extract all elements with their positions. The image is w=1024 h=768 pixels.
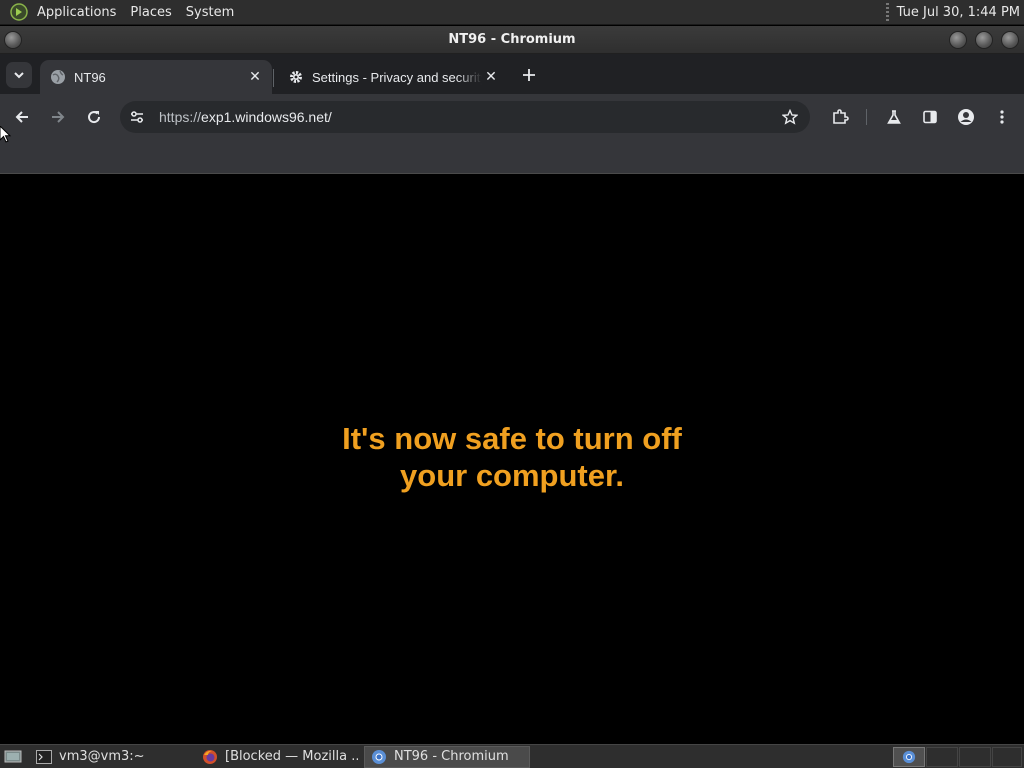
toolbar-separator bbox=[866, 109, 867, 125]
places-menu[interactable]: Places bbox=[123, 0, 178, 25]
applications-menu[interactable]: Applications bbox=[30, 0, 123, 25]
tab-label: NT96 bbox=[74, 69, 106, 85]
address-bar[interactable]: https://exp1.windows96.net/ bbox=[120, 101, 810, 133]
window-titlebar[interactable]: NT96 - Chromium bbox=[0, 26, 1024, 54]
tab-search-button[interactable] bbox=[6, 62, 32, 88]
minimize-button[interactable] bbox=[949, 31, 967, 49]
side-panel-button[interactable] bbox=[916, 103, 944, 131]
browser-toolbar: https://exp1.windows96.net/ bbox=[0, 94, 1024, 140]
chevron-down-icon bbox=[14, 72, 24, 79]
taskbar-item-firefox[interactable]: [Blocked — Mozilla ... bbox=[196, 746, 358, 768]
firefox-icon bbox=[202, 749, 218, 765]
shutdown-message-line2: your computer. bbox=[400, 457, 624, 493]
maximize-button[interactable] bbox=[975, 31, 993, 49]
workspace-4[interactable] bbox=[992, 747, 1022, 767]
star-icon bbox=[782, 109, 798, 125]
back-button[interactable] bbox=[8, 103, 36, 131]
chromium-icon bbox=[902, 750, 916, 764]
url-text[interactable]: https://exp1.windows96.net/ bbox=[159, 109, 776, 125]
arrow-right-icon bbox=[52, 111, 65, 123]
close-tab-icon[interactable]: ✕ bbox=[482, 68, 500, 86]
shutdown-message: It's now safe to turn off your computer. bbox=[342, 420, 682, 494]
terminal-icon bbox=[36, 749, 52, 765]
window-title: NT96 - Chromium bbox=[448, 32, 576, 47]
puzzle-icon bbox=[833, 109, 849, 124]
labs-button[interactable] bbox=[880, 103, 908, 131]
reload-icon bbox=[88, 111, 101, 124]
taskbar-item-terminal[interactable]: vm3@vm3:~ bbox=[30, 746, 190, 768]
mouse-cursor-icon bbox=[0, 126, 12, 143]
url-scheme: https:// bbox=[159, 109, 202, 125]
show-desktop-button[interactable] bbox=[2, 747, 24, 767]
chromium-icon bbox=[371, 749, 387, 765]
workspace-2[interactable] bbox=[926, 747, 958, 767]
workspace-3[interactable] bbox=[959, 747, 991, 767]
workspace-1[interactable] bbox=[893, 747, 925, 767]
tune-icon bbox=[131, 111, 143, 123]
window-menu-button[interactable] bbox=[4, 31, 22, 49]
taskbar-item-label: [Blocked — Mozilla ... bbox=[225, 749, 358, 764]
url-host: exp1.windows96.net/ bbox=[201, 109, 332, 125]
panel-grip-handle[interactable] bbox=[885, 3, 889, 21]
extensions-button[interactable] bbox=[826, 103, 854, 131]
site-info-button[interactable] bbox=[123, 103, 151, 131]
new-tab-button[interactable] bbox=[518, 64, 540, 86]
kebab-menu-icon bbox=[1000, 110, 1004, 124]
side-panel-icon bbox=[923, 110, 937, 124]
reload-button[interactable] bbox=[80, 103, 108, 131]
shutdown-message-line1: It's now safe to turn off bbox=[342, 420, 682, 456]
tab-divider bbox=[273, 69, 274, 87]
bottom-panel: vm3@vm3:~ [Blocked — Mozilla ... NT96 - … bbox=[0, 744, 1024, 768]
distro-logo-icon[interactable] bbox=[8, 1, 30, 23]
page-content: It's now safe to turn off your computer. bbox=[0, 175, 1024, 743]
system-menu[interactable]: System bbox=[179, 0, 241, 25]
clock[interactable]: Tue Jul 30, 1:44 PM bbox=[897, 5, 1020, 20]
desktop-icon bbox=[4, 750, 22, 762]
tab-settings[interactable]: Settings - Privacy and security ✕ bbox=[278, 60, 508, 94]
gear-icon bbox=[288, 69, 304, 85]
taskbar-item-label: NT96 - Chromium bbox=[394, 749, 509, 764]
close-tab-icon[interactable]: ✕ bbox=[246, 68, 264, 86]
profile-button[interactable] bbox=[952, 103, 980, 131]
avatar-icon bbox=[958, 109, 974, 125]
close-window-button[interactable] bbox=[1001, 31, 1019, 49]
tab-nt96[interactable]: NT96 ✕ bbox=[40, 60, 272, 94]
bookmark-star-button[interactable] bbox=[776, 103, 804, 131]
arrow-left-icon bbox=[15, 111, 28, 123]
flask-icon bbox=[887, 110, 901, 124]
taskbar-item-label: vm3@vm3:~ bbox=[59, 749, 145, 764]
tab-label: Settings - Privacy and security bbox=[312, 69, 482, 85]
plus-icon bbox=[523, 69, 535, 81]
bookmark-bar bbox=[0, 140, 1024, 174]
forward-button[interactable] bbox=[44, 103, 72, 131]
top-panel: Applications Places System Tue Jul 30, 1… bbox=[0, 0, 1024, 25]
tab-strip: NT96 ✕ Settings - Privacy and security ✕ bbox=[0, 54, 1024, 94]
menu-button[interactable] bbox=[988, 103, 1016, 131]
taskbar-item-chromium[interactable]: NT96 - Chromium bbox=[364, 745, 530, 768]
globe-icon bbox=[50, 69, 66, 85]
